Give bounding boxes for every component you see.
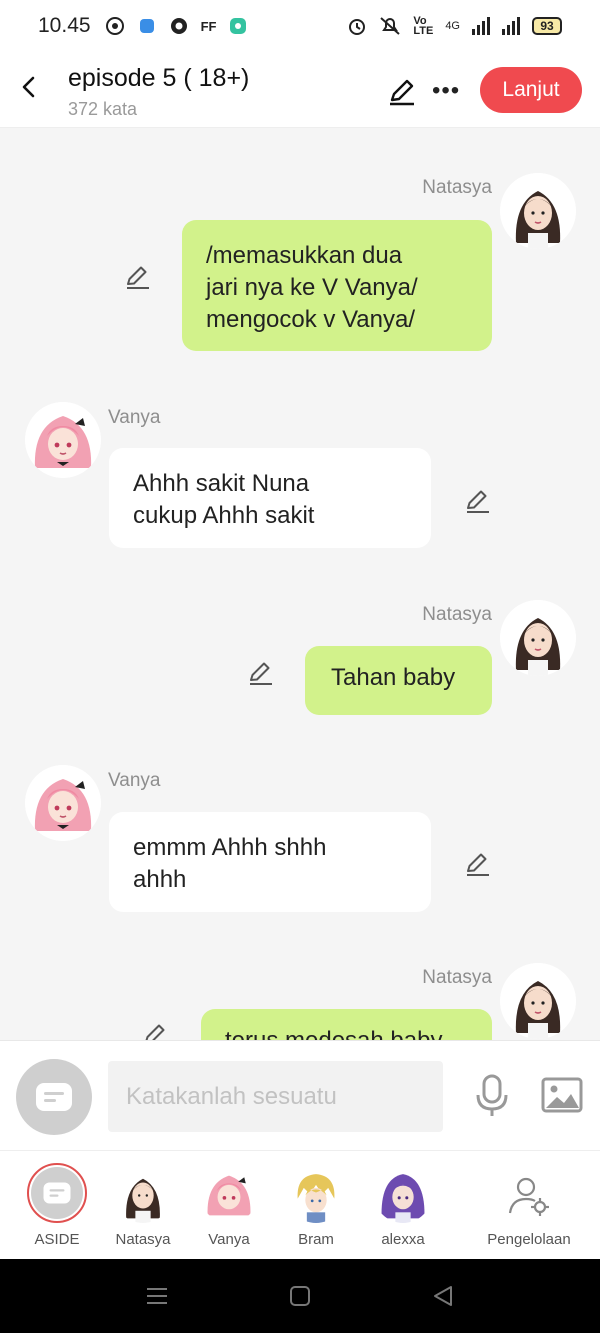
- chat-message: Vanya Ahhh sakit Nuna cukup Ahhh sakit: [0, 369, 600, 559]
- character-bram[interactable]: Bram: [273, 1151, 359, 1260]
- avatar-vanya[interactable]: [25, 402, 101, 478]
- episode-header: episode 5 ( 18+) 372 kata ••• Lanjut: [0, 52, 600, 128]
- character-label: Pengelolaan: [487, 1231, 571, 1248]
- network-type: 4G: [445, 20, 460, 32]
- chat-bubble-icon: [43, 1182, 71, 1204]
- image-icon[interactable]: [540, 1075, 584, 1115]
- battery-icon: 93: [532, 17, 562, 35]
- status-bar: 10.45 FF Vo LTE 4G 93: [0, 0, 600, 52]
- sender-name: Vanya: [108, 770, 161, 791]
- microphone-icon[interactable]: [472, 1073, 512, 1119]
- avatar-natasya: [114, 1165, 172, 1223]
- chat-app-icon: [230, 18, 247, 34]
- message-bubble: Ahhh sakit Nuna cukup Ahhh sakit: [109, 448, 431, 548]
- character-label: Bram: [298, 1231, 334, 1248]
- mute-icon: [380, 17, 401, 35]
- app-notification-icon: [139, 19, 154, 33]
- whatsapp-icon: [105, 17, 124, 35]
- chat-message: Vanya emmm Ahhh shhh ahhh: [0, 739, 600, 929]
- more-options-icon[interactable]: •••: [432, 77, 460, 105]
- signal-icon: [472, 17, 490, 35]
- chrome-icon: [170, 18, 187, 34]
- avatar-vanya[interactable]: [25, 765, 101, 841]
- ff-icon: FF: [200, 18, 217, 34]
- sender-name: Natasya: [422, 604, 492, 625]
- edit-message-icon[interactable]: [464, 850, 492, 878]
- sender-name: Natasya: [422, 967, 492, 988]
- aside-toggle-button[interactable]: [16, 1059, 92, 1135]
- chat-message: Natasya Tahan baby: [0, 569, 600, 729]
- menu-icon[interactable]: [146, 1285, 168, 1307]
- character-label: alexxa: [381, 1231, 425, 1248]
- character-natasya[interactable]: Natasya: [100, 1151, 186, 1260]
- episode-title: episode 5 ( 18+): [68, 64, 250, 92]
- battery-level: 93: [540, 19, 554, 33]
- character-label: Vanya: [208, 1231, 250, 1248]
- chat-message: Natasya terus medesah baby: [0, 939, 600, 1040]
- volte-icon: Vo LTE: [413, 15, 434, 37]
- message-bubble: emmm Ahhh shhh ahhh: [109, 812, 431, 912]
- character-alexxa[interactable]: alexxa: [360, 1151, 446, 1260]
- message-bubble: terus medesah baby: [201, 1009, 492, 1040]
- back-arrow-icon[interactable]: [14, 72, 44, 102]
- avatar-bram: [287, 1165, 345, 1223]
- message-input-bar: [0, 1040, 600, 1150]
- message-input[interactable]: [108, 1061, 443, 1132]
- character-label: ASIDE: [34, 1231, 80, 1248]
- chat-bubble-icon: [36, 1083, 72, 1111]
- avatar-vanya: [200, 1165, 258, 1223]
- aside-avatar: [27, 1163, 87, 1223]
- sender-name: Natasya: [422, 177, 492, 198]
- character-label: Natasya: [115, 1231, 171, 1248]
- word-count: 372 kata: [68, 99, 138, 119]
- character-selector: ASIDE Natasya Vanya Bram alexxa Pengelol…: [0, 1150, 600, 1259]
- edit-message-icon[interactable]: [142, 1021, 170, 1040]
- system-icons: Vo LTE 4G 93: [347, 15, 562, 37]
- system-navigation-bar: [0, 1259, 600, 1333]
- chat-message: Natasya /memasukkan dua jari nya ke V Va…: [0, 129, 600, 359]
- edit-pencil-icon[interactable]: [386, 76, 418, 108]
- avatar-natasya[interactable]: [500, 173, 576, 249]
- avatar-natasya[interactable]: [500, 600, 576, 676]
- chat-thread[interactable]: Natasya /memasukkan dua jari nya ke V Va…: [0, 129, 600, 1040]
- alarm-icon: [349, 19, 366, 35]
- status-time: 10.45: [38, 14, 91, 37]
- avatar-alexxa: [374, 1165, 432, 1223]
- user-settings-icon: [508, 1177, 549, 1216]
- character-aside[interactable]: ASIDE: [14, 1151, 100, 1260]
- message-bubble: /memasukkan dua jari nya ke V Vanya/ men…: [182, 220, 492, 351]
- home-icon[interactable]: [289, 1285, 311, 1307]
- notification-icons: FF: [105, 16, 249, 36]
- back-icon[interactable]: [432, 1285, 454, 1307]
- manage-characters[interactable]: Pengelolaan: [484, 1151, 574, 1260]
- next-button[interactable]: Lanjut: [480, 67, 582, 113]
- edit-message-icon[interactable]: [464, 487, 492, 515]
- character-vanya[interactable]: Vanya: [186, 1151, 272, 1260]
- message-bubble: Tahan baby: [305, 646, 492, 715]
- edit-message-icon[interactable]: [247, 659, 275, 687]
- signal-icon-2: [502, 17, 520, 35]
- edit-message-icon[interactable]: [124, 263, 152, 291]
- avatar-natasya[interactable]: [500, 963, 576, 1039]
- sender-name: Vanya: [108, 407, 161, 428]
